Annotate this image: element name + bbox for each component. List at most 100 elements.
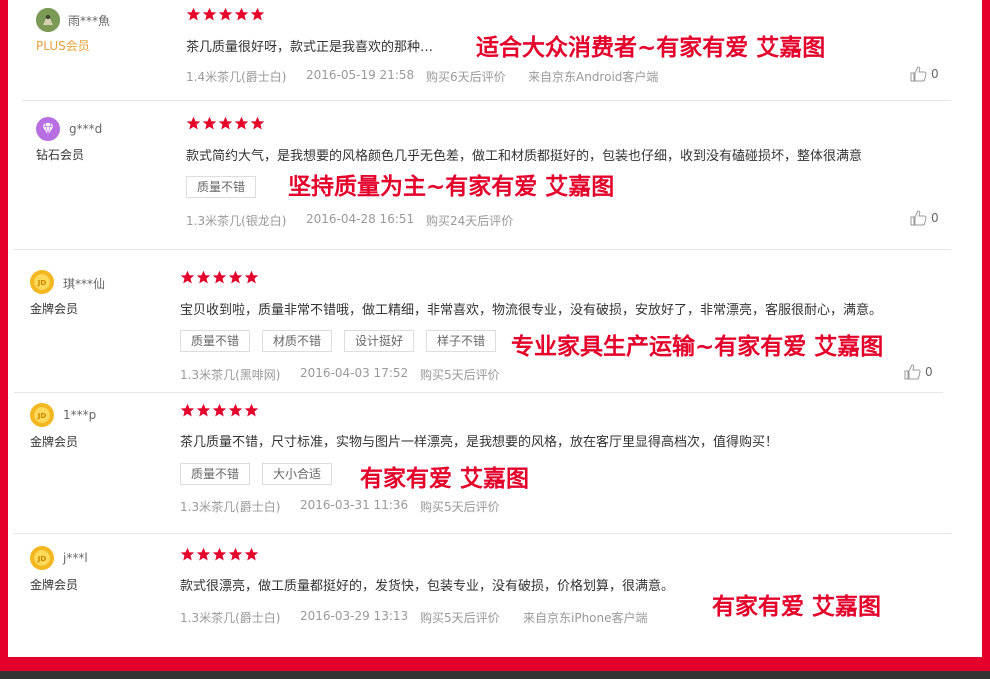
star-icon <box>234 116 249 130</box>
star-icon <box>244 403 259 417</box>
review-item: JD 琪***仙 金牌会员 宝贝收到啦，质量非常不错哦，做工精细，非常喜欢，物流… <box>8 250 982 393</box>
review-tags: 质量不错 <box>186 176 257 198</box>
username[interactable]: g***d <box>69 122 102 136</box>
username[interactable]: 雨***魚 <box>68 12 110 29</box>
member-level: 金牌会员 <box>30 302 79 316</box>
user-photo-icon[interactable] <box>36 8 60 32</box>
gold-member-icon[interactable]: JD <box>30 546 54 570</box>
promo-overlay-text: 坚持质量为主~有家有爱 艾嘉图 <box>288 174 615 200</box>
review-tag[interactable]: 样子不错 <box>426 330 497 352</box>
star-icon <box>180 270 195 284</box>
review-tag[interactable]: 质量不错 <box>180 330 251 352</box>
like-button[interactable]: 0 <box>904 364 933 380</box>
review-content: 茶几质量很好呀，款式正是我喜欢的那种… <box>186 40 434 55</box>
star-icon <box>196 547 211 561</box>
review-content: 宝贝收到啦，质量非常不错哦，做工精细，非常喜欢，物流很专业，没有破损，安放好了，… <box>180 303 883 318</box>
member-level: PLUS会员 <box>36 39 90 53</box>
star-icon <box>218 7 233 21</box>
star-rating <box>180 547 259 562</box>
username[interactable]: 1***p <box>63 408 96 422</box>
svg-text:JD: JD <box>37 278 47 287</box>
star-icon <box>250 7 265 21</box>
like-count: 0 <box>925 365 933 379</box>
star-icon <box>218 116 233 130</box>
review-tag[interactable]: 质量不错 <box>186 176 257 198</box>
username[interactable]: 琪***仙 <box>63 275 105 292</box>
star-icon <box>212 547 227 561</box>
star-icon <box>202 7 217 21</box>
like-button[interactable]: 0 <box>910 66 939 82</box>
review-date: 2016-05-19 21:58 <box>306 68 415 82</box>
review-content: 款式简约大气，是我想要的风格颜色几乎无色差，做工和材质都挺好的，包装也仔细，收到… <box>186 149 863 164</box>
promo-overlay-text: 专业家具生产运输~有家有爱 艾嘉图 <box>511 334 884 360</box>
star-icon <box>180 403 195 417</box>
review-date: 2016-03-29 13:13 <box>300 609 409 623</box>
review-item: 雨***魚 PLUS会员 茶几质量很好呀，款式正是我喜欢的那种… 适合大众消费者… <box>8 0 982 101</box>
purchase-info: 购买5天后评价 <box>420 368 500 382</box>
star-icon <box>196 270 211 284</box>
review-tag[interactable]: 设计挺好 <box>344 330 415 352</box>
promo-overlay-text: 适合大众消费者~有家有爱 艾嘉图 <box>476 35 826 61</box>
star-rating <box>180 270 259 285</box>
page-bottom-strip <box>0 671 990 679</box>
like-count: 0 <box>931 67 939 81</box>
svg-text:JD: JD <box>37 411 47 420</box>
review-date: 2016-03-31 11:36 <box>300 498 409 512</box>
star-icon <box>234 7 249 21</box>
promo-overlay-text: 有家有爱 艾嘉图 <box>360 466 530 492</box>
reviews-panel: 雨***魚 PLUS会员 茶几质量很好呀，款式正是我喜欢的那种… 适合大众消费者… <box>8 0 982 657</box>
thumbs-up-icon <box>910 210 927 226</box>
star-icon <box>180 547 195 561</box>
star-icon <box>228 547 243 561</box>
member-level: 钻石会员 <box>36 148 85 162</box>
username[interactable]: j***l <box>63 551 88 565</box>
star-icon <box>202 116 217 130</box>
review-tag[interactable]: 大小合适 <box>262 463 333 485</box>
star-icon <box>212 403 227 417</box>
purchase-info: 购买6天后评价 <box>426 70 506 84</box>
star-icon <box>196 403 211 417</box>
product-variant: 1.4米茶几(爵士白) <box>186 70 287 84</box>
review-content: 款式很漂亮，做工质量都挺好的，发货快，包装专业，没有破损，价格划算，很满意。 <box>180 579 675 594</box>
star-icon <box>186 7 201 21</box>
star-rating <box>180 403 259 418</box>
star-icon <box>228 270 243 284</box>
product-variant: 1.3米茶几(爵士白) <box>180 611 281 625</box>
star-icon <box>228 403 243 417</box>
review-tags: 质量不错 大小合适 <box>180 463 333 485</box>
star-icon <box>186 116 201 130</box>
star-icon <box>250 116 265 130</box>
product-variant: 1.3米茶几(银龙白) <box>186 214 287 228</box>
thumbs-up-icon <box>910 66 927 82</box>
star-icon <box>244 547 259 561</box>
review-item: g***d 钻石会员 款式简约大气，是我想要的风格颜色几乎无色差，做工和材质都挺… <box>8 101 982 250</box>
svg-text:JD: JD <box>37 554 47 563</box>
like-button[interactable]: 0 <box>910 210 939 226</box>
review-source: 来自京东Android客户端 <box>528 70 659 84</box>
star-rating <box>186 7 265 22</box>
gold-member-icon[interactable]: JD <box>30 403 54 427</box>
product-variant: 1.3米茶几(爵士白) <box>180 500 281 514</box>
star-icon <box>212 270 227 284</box>
review-tags: 质量不错 材质不错 设计挺好 样子不错 <box>180 330 497 352</box>
diamond-member-icon[interactable] <box>36 117 60 141</box>
review-tag[interactable]: 质量不错 <box>180 463 251 485</box>
review-content: 茶几质量不错，尺寸标准，实物与图片一样漂亮，是我想要的风格，放在客厅里显得高档次… <box>180 435 779 450</box>
product-variant: 1.3米茶几(黑啡网) <box>180 368 281 382</box>
purchase-info: 购买5天后评价 <box>420 611 500 625</box>
review-item: JD j***l 金牌会员 款式很漂亮，做工质量都挺好的，发货快，包装专业，没有… <box>8 534 982 657</box>
review-item: JD 1***p 金牌会员 茶几质量不错，尺寸标准，实物与图片一样漂亮，是我想要… <box>8 393 982 534</box>
purchase-info: 购买24天后评价 <box>426 214 514 228</box>
review-tag[interactable]: 材质不错 <box>262 330 333 352</box>
review-date: 2016-04-03 17:52 <box>300 366 409 380</box>
like-count: 0 <box>931 211 939 225</box>
purchase-info: 购买5天后评价 <box>420 500 500 514</box>
review-date: 2016-04-28 16:51 <box>306 212 415 226</box>
star-rating <box>186 116 265 131</box>
thumbs-up-icon <box>904 364 921 380</box>
member-level: 金牌会员 <box>30 578 79 592</box>
review-source: 来自京东iPhone客户端 <box>523 611 648 625</box>
member-level: 金牌会员 <box>30 435 79 449</box>
gold-member-icon[interactable]: JD <box>30 270 54 294</box>
star-icon <box>244 270 259 284</box>
